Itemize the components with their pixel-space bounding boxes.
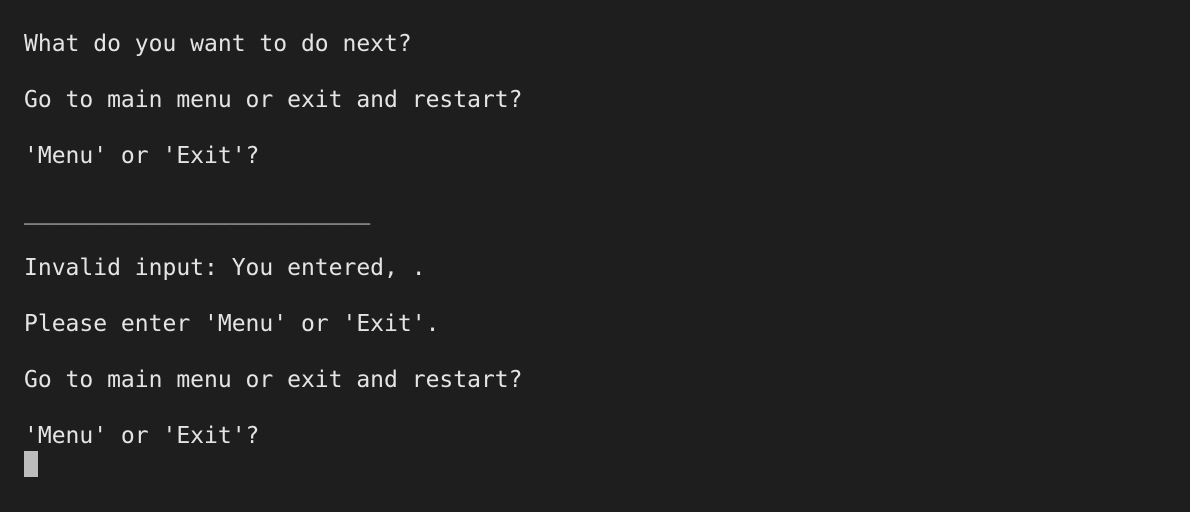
terminal-output[interactable]: What do you want to do next? Go to main …: [0, 0, 1190, 512]
prompt-choices: 'Menu' or 'Exit'?: [24, 143, 260, 169]
error-message: Invalid input: You entered, .: [24, 255, 426, 281]
error-instruction: Please enter 'Menu' or 'Exit'.: [24, 311, 440, 337]
separator-line: _________________________: [24, 199, 371, 225]
prompt-options: Go to main menu or exit and restart?: [24, 87, 523, 113]
prompt-choices-repeat: 'Menu' or 'Exit'?: [24, 423, 260, 449]
text-cursor[interactable]: [24, 451, 38, 477]
prompt-question: What do you want to do next?: [24, 31, 412, 57]
prompt-options-repeat: Go to main menu or exit and restart?: [24, 367, 523, 393]
